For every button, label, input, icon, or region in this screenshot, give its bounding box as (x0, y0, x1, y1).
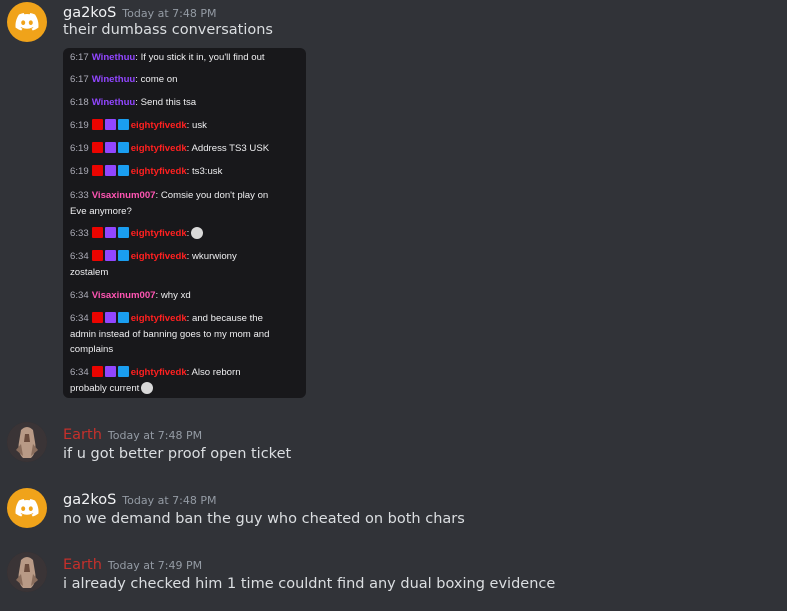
video-badge-icon (91, 366, 103, 377)
star-badge-icon (104, 165, 116, 176)
star-badge-icon (104, 119, 116, 130)
video-badge-icon (91, 165, 103, 176)
message-timestamp: Today at 7:48 PM (107, 429, 203, 442)
crown-badge-icon (117, 165, 129, 176)
star-badge-icon (104, 366, 116, 377)
crown-badge-icon (117, 227, 129, 238)
emote-icon (141, 381, 154, 394)
message-text: their dumbass conversations (63, 22, 273, 38)
crown-badge-icon (117, 366, 129, 377)
chat-line: 6:34 Visaxinum007: why xd (70, 290, 191, 301)
chat-line: 6:34 eightyfivedk: wkurwiony zostalem (70, 250, 237, 278)
message-text: if u got better proof open ticket (63, 446, 292, 462)
video-badge-icon (91, 312, 103, 323)
chat-line: 6:18 Winethuu: Send this tsa (70, 97, 197, 108)
crown-badge-icon (117, 250, 129, 261)
author-name[interactable]: ga2koS (63, 492, 116, 508)
avatar-earth-icon[interactable] (7, 552, 47, 592)
message-timestamp: Today at 7:48 PM (122, 494, 217, 507)
crown-badge-icon (117, 312, 129, 323)
star-badge-icon (104, 250, 116, 261)
emote-icon (191, 227, 204, 239)
message-text: no we demand ban the guy who cheated on … (63, 511, 465, 527)
discord-logo-icon (15, 499, 39, 517)
chat-line: 6:33 Visaxinum007: Comsie you don't play … (70, 190, 269, 217)
chat-line: 6:34 eightyfivedk: Also reborn probably cu… (70, 366, 241, 394)
video-badge-icon (91, 142, 103, 153)
avatar-earth-icon[interactable] (7, 422, 47, 462)
chat-line: 6:17 Winethuu: come on (70, 74, 178, 85)
author-name[interactable]: Earth (63, 557, 102, 573)
author-name[interactable]: ga2koS (63, 5, 116, 21)
chat-line: 6:19 eightyfivedk: ts3:usk (70, 165, 223, 177)
star-badge-icon (104, 312, 116, 323)
chat-line: 6:34 eightyfivedk: and because the admin i… (70, 312, 270, 355)
author-name[interactable]: Earth (63, 427, 102, 443)
video-badge-icon (91, 119, 103, 130)
avatar-discord-icon[interactable] (7, 2, 47, 42)
message-text: i already checked him 1 time couldnt fin… (63, 576, 556, 592)
video-badge-icon (91, 250, 103, 261)
image-attachment[interactable]: 6:17 Winethuu: If you stick it in, you'll… (63, 48, 306, 398)
chat-line: 6:33 eightyfivedk: (70, 226, 300, 242)
crown-badge-icon (117, 119, 129, 130)
crown-badge-icon (117, 142, 129, 153)
message-timestamp: Today at 7:49 PM (107, 559, 203, 572)
chat-line: 6:19 eightyfivedk: Address TS3 USK (70, 142, 270, 154)
star-badge-icon (104, 142, 116, 153)
discord-logo-icon (15, 13, 39, 31)
chat-line: 6:17 Winethuu: If you stick it in, you'll… (70, 52, 265, 63)
message-timestamp: Today at 7:48 PM (122, 7, 217, 20)
star-badge-icon (104, 227, 116, 238)
video-badge-icon (91, 227, 103, 238)
avatar-discord-icon[interactable] (7, 488, 47, 528)
earth-avatar-icon (7, 422, 47, 462)
chat-line: 6:19 eightyfivedk: usk (70, 119, 207, 131)
earth-avatar-icon (7, 552, 47, 592)
